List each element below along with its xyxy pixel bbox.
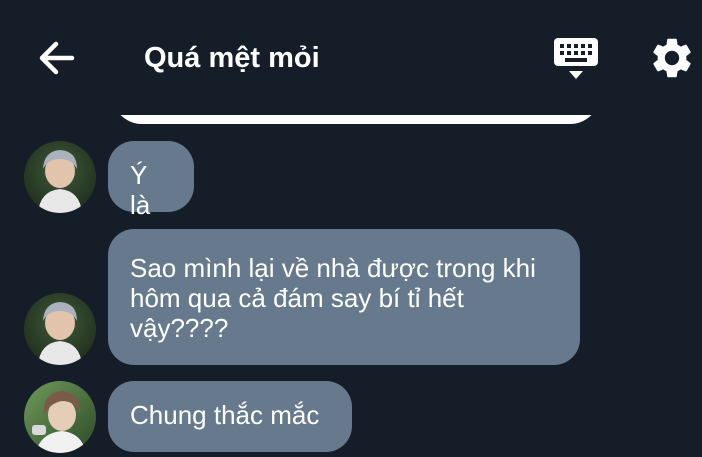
person-avatar-icon (24, 293, 96, 365)
person-avatar-icon (24, 141, 96, 213)
avatar[interactable] (24, 293, 96, 365)
gear-icon (653, 38, 691, 78)
keyboard-icon (554, 38, 598, 79)
arrow-left-icon (39, 41, 75, 75)
message-bubble: Ý là (108, 141, 194, 220)
keyboard-button[interactable] (552, 36, 600, 82)
message-bubble: Sao mình lại về nhà được trong khi hôm q… (108, 229, 580, 365)
avatar[interactable] (24, 141, 96, 213)
message-bubble: Chung thắc mắc (108, 381, 352, 452)
back-button[interactable] (34, 36, 78, 80)
chat-header: Quá mệt mỏi (0, 0, 702, 115)
settings-button[interactable] (648, 34, 696, 82)
chat-screen: Quá mệt mỏi Ý là Sao mình lại về nhà đượ… (0, 0, 702, 457)
conversation-title: Quá mệt mỏi (144, 42, 320, 74)
person-avatar-icon (24, 381, 96, 453)
avatar[interactable] (24, 381, 96, 453)
